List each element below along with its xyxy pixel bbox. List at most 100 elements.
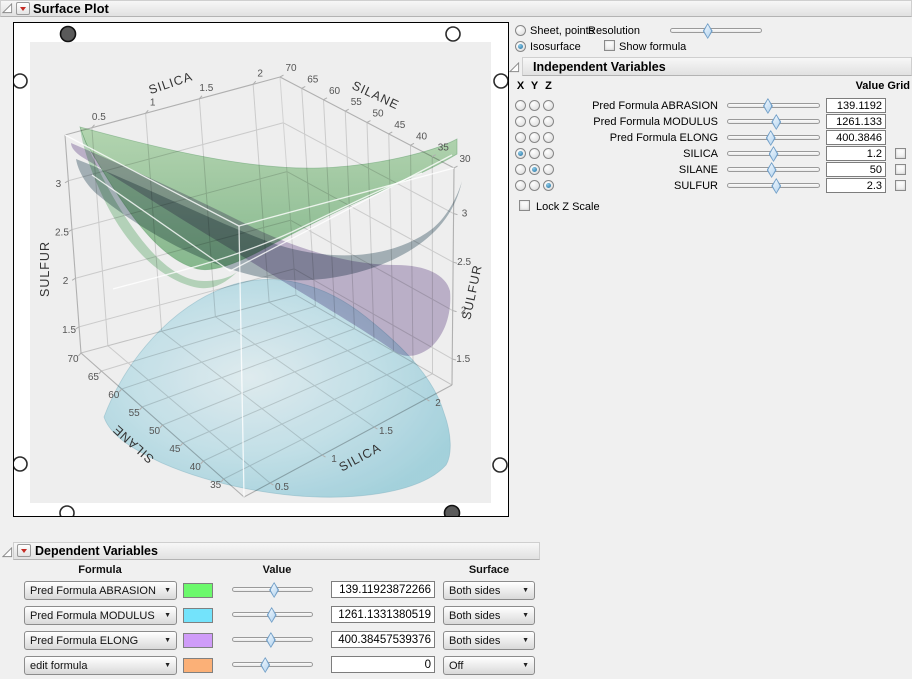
rotation-handle-open[interactable] — [14, 73, 28, 89]
slider-thumb[interactable] — [762, 98, 773, 114]
rotation-handle-open[interactable] — [14, 456, 28, 472]
axis-radio-y[interactable] — [529, 132, 540, 143]
axis-radio-z[interactable] — [543, 164, 554, 175]
value-slider[interactable] — [727, 178, 820, 194]
surface-color-swatch[interactable] — [183, 583, 213, 598]
slider-track[interactable] — [727, 103, 820, 108]
slider-thumb[interactable] — [771, 178, 782, 194]
surface-color-swatch[interactable] — [183, 633, 213, 648]
axis-radio-y[interactable] — [529, 148, 540, 159]
independent-variables-band: Independent Variables — [522, 57, 912, 76]
surface-dropdown-value: Both sides — [449, 634, 501, 647]
rotation-handle-filled[interactable] — [59, 25, 77, 43]
surface-color-swatch[interactable] — [183, 608, 213, 623]
formula-dropdown[interactable]: edit formula ▼ — [24, 656, 177, 675]
rotation-handle-open[interactable] — [492, 457, 508, 473]
slider-thumb[interactable] — [269, 582, 280, 598]
chevron-down-icon: ▼ — [522, 637, 529, 644]
value-slider[interactable] — [232, 582, 313, 598]
axis-radio-z[interactable] — [543, 180, 554, 191]
disclosure-open-icon[interactable] — [509, 62, 520, 73]
plot-3d[interactable]: 0.511.52 70656055504540353032.521.5706560… — [14, 23, 508, 516]
axis-radio-z[interactable] — [543, 148, 554, 159]
slider-track[interactable] — [232, 662, 313, 667]
rotation-handle-filled[interactable] — [443, 504, 461, 517]
surface-dropdown[interactable]: Both sides ▼ — [443, 631, 535, 650]
formula-dropdown[interactable]: Pred Formula ABRASION ▼ — [24, 581, 177, 600]
slider-thumb[interactable] — [260, 657, 271, 673]
value-field[interactable] — [826, 162, 886, 177]
slider-track[interactable] — [670, 28, 762, 33]
tick-label: 50 — [149, 426, 161, 437]
value-slider[interactable] — [727, 146, 820, 162]
grid-checkbox[interactable] — [895, 148, 906, 159]
value-slider[interactable] — [727, 114, 820, 130]
rotation-handle-open[interactable] — [445, 26, 461, 42]
value-field[interactable] — [826, 98, 886, 113]
red-triangle-menu-button[interactable] — [17, 544, 31, 557]
grid-checkbox[interactable] — [895, 180, 906, 191]
dependent-variable-row: Pred Formula ELONG ▼ Both sides ▼ — [0, 630, 560, 651]
slider-thumb[interactable] — [768, 146, 779, 162]
formula-dropdown[interactable]: Pred Formula ELONG ▼ — [24, 631, 177, 650]
value-field[interactable] — [826, 146, 886, 161]
value-slider[interactable] — [232, 657, 313, 673]
disclosure-open-icon[interactable] — [2, 3, 13, 14]
axis-radio-y[interactable] — [529, 180, 540, 191]
axis-radio-x[interactable] — [515, 180, 526, 191]
surface-dropdown[interactable]: Off ▼ — [443, 656, 535, 675]
axis-radio-x[interactable] — [515, 116, 526, 127]
value-slider[interactable] — [727, 98, 820, 114]
slider-thumb[interactable] — [766, 162, 777, 178]
axis-radio-z[interactable] — [543, 132, 554, 143]
lock-z-scale-checkbox[interactable] — [519, 200, 530, 211]
surface-plot-header-band — [0, 0, 912, 17]
plot-3d-container[interactable]: 0.5 1 1.5 2 70 65 60 55 50 45 40 35 30 3 2.5 2 1.5 70 65 60… — [13, 22, 509, 517]
disclosure-open-icon[interactable] — [2, 547, 13, 558]
mode-radio-isosurface[interactable] — [515, 41, 526, 52]
rotation-handle-open[interactable] — [59, 505, 75, 516]
axis-radio-y[interactable] — [529, 100, 540, 111]
surface-color-swatch[interactable] — [183, 658, 213, 673]
axis-radio-z[interactable] — [543, 100, 554, 111]
slider-thumb[interactable] — [265, 632, 276, 648]
value-grid-header: Value Grid — [855, 80, 910, 92]
red-triangle-menu-button[interactable] — [16, 2, 30, 15]
surface-dropdown[interactable]: Both sides ▼ — [443, 606, 535, 625]
tick-label: 70 — [285, 63, 297, 74]
value-slider[interactable] — [232, 607, 313, 623]
slider-thumb[interactable] — [771, 114, 782, 130]
value-slider[interactable] — [727, 130, 820, 146]
independent-variable-row: Pred Formula ABRASION — [0, 98, 912, 114]
slider-thumb[interactable] — [266, 607, 277, 623]
formula-dropdown[interactable]: Pred Formula MODULUS ▼ — [24, 606, 177, 625]
value-field[interactable] — [826, 114, 886, 129]
axis-radio-x[interactable] — [515, 132, 526, 143]
rotation-handle-open[interactable] — [493, 73, 508, 89]
value-field[interactable] — [331, 606, 435, 623]
value-field[interactable] — [331, 656, 435, 673]
axis-radio-y[interactable] — [529, 116, 540, 127]
axis-radio-x[interactable] — [515, 148, 526, 159]
value-slider[interactable] — [727, 162, 820, 178]
value-field[interactable] — [826, 130, 886, 145]
value-field[interactable] — [331, 581, 435, 598]
axis-radio-z[interactable] — [543, 116, 554, 127]
dependent-variables-title: Dependent Variables — [35, 544, 158, 558]
value-field[interactable] — [826, 178, 886, 193]
value-field[interactable] — [331, 631, 435, 648]
tick-label: 40 — [190, 462, 202, 473]
show-formula-checkbox[interactable] — [604, 40, 615, 51]
tick-label: 65 — [88, 372, 100, 383]
chevron-down-icon: ▼ — [164, 662, 171, 669]
grid-checkbox[interactable] — [895, 164, 906, 175]
axis-radio-x[interactable] — [515, 164, 526, 175]
slider-thumb[interactable] — [765, 130, 776, 146]
axis-radio-y[interactable] — [529, 164, 540, 175]
surface-dropdown[interactable]: Both sides ▼ — [443, 581, 535, 600]
mode-radio-sheet-points[interactable] — [515, 25, 526, 36]
resolution-slider[interactable] — [670, 23, 762, 39]
axis-radio-x[interactable] — [515, 100, 526, 111]
slider-thumb[interactable] — [702, 23, 713, 39]
value-slider[interactable] — [232, 632, 313, 648]
